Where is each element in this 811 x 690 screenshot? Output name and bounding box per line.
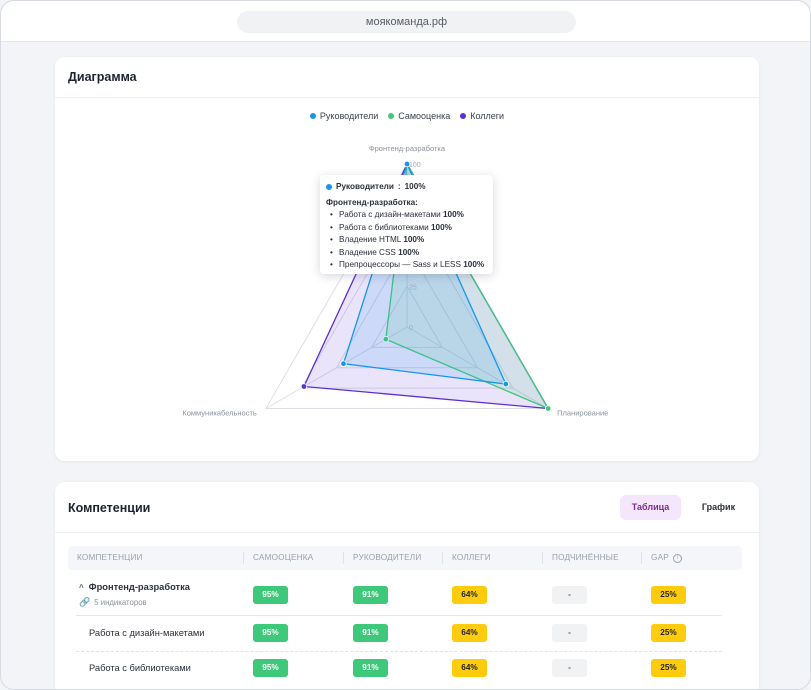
chart-tooltip: Руководители: 100% Фронтенд-разработка: … <box>320 175 493 274</box>
group-name: ^ Фронтенд-разработка <box>79 582 190 592</box>
row-divider <box>76 651 722 652</box>
row-name: Работа с дизайн-макетами <box>89 628 205 638</box>
series-point <box>502 380 510 388</box>
axis-label: Коммуникабельность <box>182 409 257 418</box>
tooltip-item-label: Владение HTML <box>339 235 402 245</box>
cell-gap: 25% <box>651 624 686 642</box>
series-point <box>300 383 308 390</box>
tooltip-category: Фронтенд-разработка: <box>326 198 418 207</box>
table-row[interactable]: Работа с библиотеками 95% 91% 64% - 25% <box>68 654 742 684</box>
cell-gap: 25% <box>651 586 686 604</box>
competencies-divider <box>55 532 759 533</box>
tooltip-item-value: 100% <box>430 222 452 232</box>
competencies-title: Компетенции <box>68 501 151 515</box>
tooltip-series: Руководители <box>336 182 394 191</box>
group-label: Фронтенд-разработка <box>88 582 190 592</box>
tooltip-value: 100% <box>404 182 426 191</box>
tooltip-item-label: Владение CSS <box>339 247 396 257</box>
tooltip-item-value: 100% <box>403 235 425 245</box>
row-divider <box>76 615 722 616</box>
tooltip-item-label: Работа с библиотеками <box>339 222 429 232</box>
browser-toolbar: моякоманда.рф <box>1 1 810 42</box>
cell-managers: 91% <box>353 586 388 604</box>
cell-managers: 91% <box>353 624 388 642</box>
col-header-label: КОМПЕТЕНЦИИ <box>77 553 143 562</box>
table-row[interactable]: Работа с дизайн-макетами 95% 91% 64% - 2… <box>68 618 742 650</box>
browser-window: моякоманда.рф Диаграмма Руководители Сам… <box>0 0 811 690</box>
tick-label: 100 <box>409 162 421 169</box>
series-point <box>544 405 552 412</box>
tooltip-item-label: Препроцессоры — Sass и LESS <box>339 260 461 270</box>
table-row-group[interactable]: ^ Фронтенд-разработка 🔗 5 индикаторов 95… <box>68 578 742 614</box>
col-header-subordinates[interactable]: ПОДЧИНЁННЫЕ <box>552 546 619 570</box>
col-separator <box>542 552 543 564</box>
cell-gap: 25% <box>651 659 686 677</box>
col-header-managers[interactable]: РУКОВОДИТЕЛИ <box>353 546 421 570</box>
cell-colleagues: 64% <box>452 659 487 677</box>
competencies-card: Компетенции Таблица График КОМПЕТЕНЦИИ С… <box>55 482 759 689</box>
col-separator <box>641 552 642 564</box>
series-point <box>340 360 347 367</box>
tooltip-item-value: 100% <box>398 247 420 257</box>
col-header-label: САМООЦЕНКА <box>253 553 314 562</box>
group-indicators-label: 5 индикаторов <box>94 598 147 607</box>
col-separator <box>442 552 443 564</box>
axis-label: Планирование <box>557 409 608 418</box>
chevron-up-icon[interactable]: ^ <box>79 583 84 592</box>
tooltip-item: Работа с библиотеками 100% <box>326 222 487 235</box>
address-bar[interactable]: моякоманда.рф <box>237 11 576 33</box>
tooltip-item: Работа с дизайн-макетами 100% <box>326 209 487 222</box>
tooltip-item: Владение CSS 100% <box>326 247 487 260</box>
col-separator <box>243 552 244 564</box>
col-header-gap[interactable]: GAP i <box>651 546 682 570</box>
row-name: Работа с библиотеками <box>89 663 191 673</box>
cell-self: 95% <box>253 624 288 642</box>
cell-subordinates: - <box>552 586 587 604</box>
col-separator <box>343 552 344 564</box>
cell-managers: 91% <box>353 659 388 677</box>
cell-subordinates: - <box>552 624 587 642</box>
tooltip-item-label: Работа с дизайн-макетами <box>339 210 441 219</box>
table-header: КОМПЕТЕНЦИИ САМООЦЕНКА РУКОВОДИТЕЛИ КОЛЛ… <box>68 546 742 570</box>
cell-self: 95% <box>253 586 288 604</box>
col-header-label: ПОДЧИНЁННЫЕ <box>552 553 619 562</box>
col-header-colleagues[interactable]: КОЛЛЕГИ <box>452 546 491 570</box>
tooltip-header: Руководители: 100% <box>326 182 487 191</box>
tab-table[interactable]: Таблица <box>620 495 681 520</box>
tooltip-item-value: 100% <box>463 260 485 270</box>
link-icon: 🔗 <box>79 597 91 607</box>
group-indicators: 🔗 5 индикаторов <box>79 597 147 608</box>
col-header-label: GAP <box>651 553 669 562</box>
cell-subordinates: - <box>552 659 587 677</box>
tooltip-dot-icon <box>326 183 332 190</box>
tick-label: 25 <box>409 284 417 291</box>
col-header-label: КОЛЛЕГИ <box>452 553 491 562</box>
tick-label: 0 <box>409 325 413 332</box>
info-icon[interactable]: i <box>672 553 682 563</box>
tab-chart[interactable]: График <box>688 495 749 520</box>
cell-colleagues: 64% <box>452 624 487 642</box>
col-header-self[interactable]: САМООЦЕНКА <box>253 546 313 570</box>
tooltip-colon: : <box>397 182 401 191</box>
col-header-label: РУКОВОДИТЕЛИ <box>353 553 422 562</box>
cell-self: 95% <box>253 659 288 677</box>
cell-colleagues: 64% <box>452 586 487 604</box>
tooltip-item: Препроцессоры — Sass и LESS 100% <box>326 259 487 272</box>
tooltip-item-value: 100% <box>442 210 464 219</box>
axis-label: Фронтенд-разработка <box>369 144 446 153</box>
tooltip-list: Работа с дизайн-макетами 100% Работа с б… <box>326 209 487 272</box>
tooltip-item: Владение HTML 100% <box>326 234 487 247</box>
diagram-card: Диаграмма Руководители Самооценка Коллег… <box>55 57 759 461</box>
col-header-competencies[interactable]: КОМПЕТЕНЦИИ <box>77 546 143 570</box>
